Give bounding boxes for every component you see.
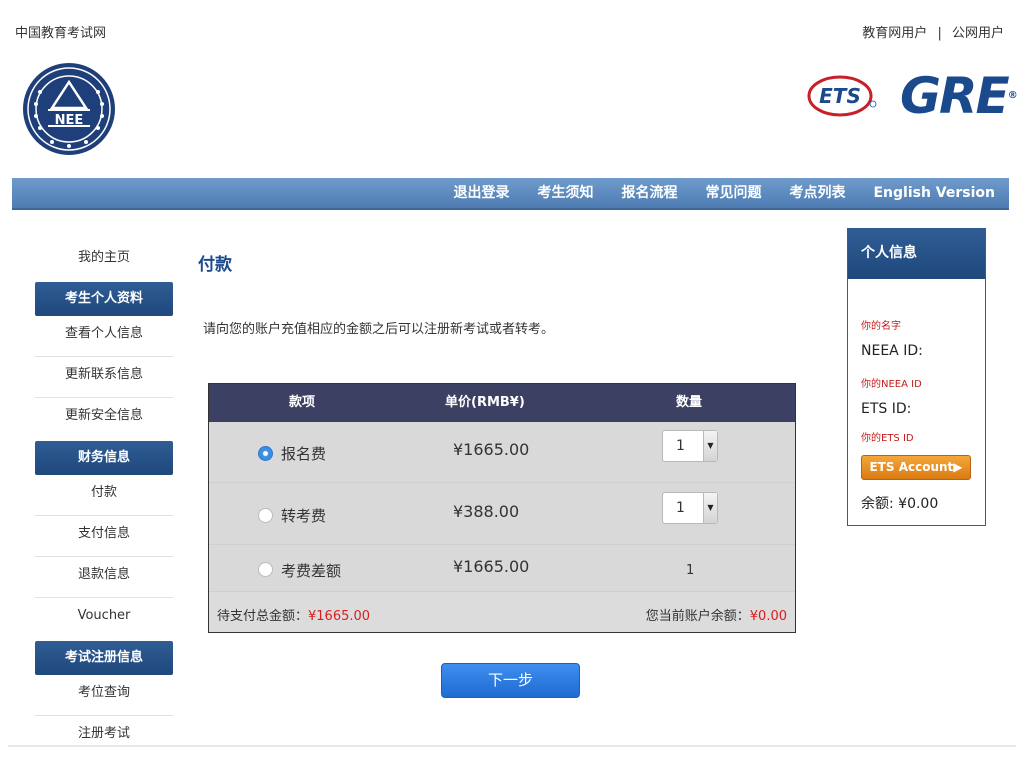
account-balance-value: ¥0.00 <box>749 609 787 624</box>
gre-logo-text: GRE <box>900 67 1010 125</box>
nav-english-version[interactable]: English Version <box>873 178 995 208</box>
next-step-button[interactable]: 下一步 <box>441 663 580 698</box>
row-price: ¥1665.00 <box>453 557 530 576</box>
sidebar-item-refund-info[interactable]: 退款信息 <box>35 557 173 598</box>
nav-candidate-notice[interactable]: 考生须知 <box>537 178 593 208</box>
radio-fee-difference[interactable] <box>258 562 273 577</box>
sidebar-item-payment-info[interactable]: 支付信息 <box>35 516 173 557</box>
personal-info-title: 个人信息 <box>848 229 985 279</box>
ets-id-value: 你的ETS ID <box>861 433 914 444</box>
table-row: 转考费 ¥388.00 1 ▼ <box>209 483 795 545</box>
site-name: 中国教育考试网 <box>15 26 107 41</box>
sidebar-item-home[interactable]: 我的主页 <box>35 240 173 280</box>
sidebar-item-seat-search[interactable]: 考位查询 <box>35 675 173 716</box>
quantity-select[interactable]: 1 ▼ <box>662 430 718 462</box>
payment-summary: 待支付总金额：¥1665.00 您当前账户余额：¥0.00 <box>209 592 795 632</box>
chevron-down-icon: ▼ <box>703 431 717 461</box>
nav-faq[interactable]: 常见问题 <box>705 178 761 208</box>
header-item: 款项 <box>289 395 316 410</box>
personal-info-panel: 个人信息 你的名字 NEEA ID: 你的NEEA ID ETS ID: 你的E… <box>847 228 986 526</box>
ets-account-button[interactable]: ETS Account▶ <box>861 455 971 480</box>
ets-logo-text: ETS <box>819 84 861 108</box>
header-quantity: 数量 <box>676 395 703 410</box>
nav-test-centers[interactable]: 考点列表 <box>789 178 845 208</box>
sidebar-item-payment[interactable]: 付款 <box>35 475 173 516</box>
quantity-value: 1 <box>676 438 685 454</box>
sidebar-item-register-test[interactable]: 注册考试 <box>35 716 173 757</box>
nav-registration-process[interactable]: 报名流程 <box>621 178 677 208</box>
edu-user-link[interactable]: 教育网用户 <box>862 26 927 41</box>
total-due-value: ¥1665.00 <box>308 609 371 624</box>
radio-transfer-fee[interactable] <box>258 508 273 523</box>
ets-logo: ETS <box>807 75 877 117</box>
ets-id-label: ETS ID: <box>861 401 912 417</box>
chevron-down-icon: ▼ <box>703 493 717 523</box>
nav-logout[interactable]: 退出登录 <box>453 178 509 208</box>
row-name: 考费差额 <box>281 562 342 580</box>
table-row: 考费差额 ¥1665.00 1 <box>209 545 795 592</box>
page-title: 付款 <box>198 255 232 275</box>
row-name: 报名费 <box>281 445 327 463</box>
gre-logo: GRE® <box>900 64 1018 128</box>
row-name: 转考费 <box>281 507 327 525</box>
payment-description: 请向您的账户充值相应的金额之后可以注册新考试或者转考。 <box>203 322 555 337</box>
neea-id-label: NEEA ID: <box>861 343 923 359</box>
sidebar-item-voucher[interactable]: Voucher <box>35 598 173 639</box>
sidebar-section-profile: 考生个人资料 <box>35 282 173 316</box>
gre-registered-mark: ® <box>1007 90 1018 101</box>
payment-table-header: 款项 单价(RMB¥) 数量 <box>209 384 795 422</box>
main-navbar: 退出登录 考生须知 报名流程 常见问题 考点列表 English Version <box>12 178 1009 210</box>
sidebar-item-update-security[interactable]: 更新安全信息 <box>35 398 173 439</box>
total-due: 待支付总金额：¥1665.00 <box>217 605 370 624</box>
quantity-select[interactable]: 1 ▼ <box>662 492 718 524</box>
footer-divider <box>8 745 1016 747</box>
quantity-value: 1 <box>686 563 695 578</box>
table-row: 报名费 ¥1665.00 1 ▼ <box>209 422 795 483</box>
neea-logo-text: NEE <box>55 113 84 128</box>
sidebar-section-finance: 财务信息 <box>35 441 173 475</box>
sidebar: 我的主页 考生个人资料 查看个人信息 更新联系信息 更新安全信息 财务信息 付款… <box>35 240 173 757</box>
link-separator: | <box>937 26 942 41</box>
user-type-links: 教育网用户 | 公网用户 <box>862 22 1004 41</box>
sidebar-item-update-contact[interactable]: 更新联系信息 <box>35 357 173 398</box>
neea-id-value: 你的NEEA ID <box>861 379 922 390</box>
radio-registration-fee[interactable] <box>258 446 273 461</box>
neea-logo: NEE <box>23 63 115 155</box>
name-value: 你的名字 <box>861 321 901 332</box>
quantity-value: 1 <box>676 500 685 516</box>
account-balance-label: 您当前账户余额： <box>645 609 750 624</box>
balance-text: 余额: ¥0.00 <box>861 496 939 512</box>
payment-table: 款项 单价(RMB¥) 数量 报名费 ¥1665.00 1 ▼ 转考费 ¥388… <box>208 383 796 633</box>
sidebar-item-view-profile[interactable]: 查看个人信息 <box>35 316 173 357</box>
play-arrow-icon: ▶ <box>953 460 963 474</box>
account-balance: 您当前账户余额：¥0.00 <box>646 605 787 624</box>
public-user-link[interactable]: 公网用户 <box>952 26 1004 41</box>
header-unit-price: 单价(RMB¥) <box>445 395 525 410</box>
row-price: ¥388.00 <box>453 502 520 521</box>
total-due-label: 待支付总金额： <box>217 609 309 624</box>
sidebar-section-registration: 考试注册信息 <box>35 641 173 675</box>
row-price: ¥1665.00 <box>453 440 530 459</box>
ets-account-label: ETS Account <box>869 460 954 474</box>
